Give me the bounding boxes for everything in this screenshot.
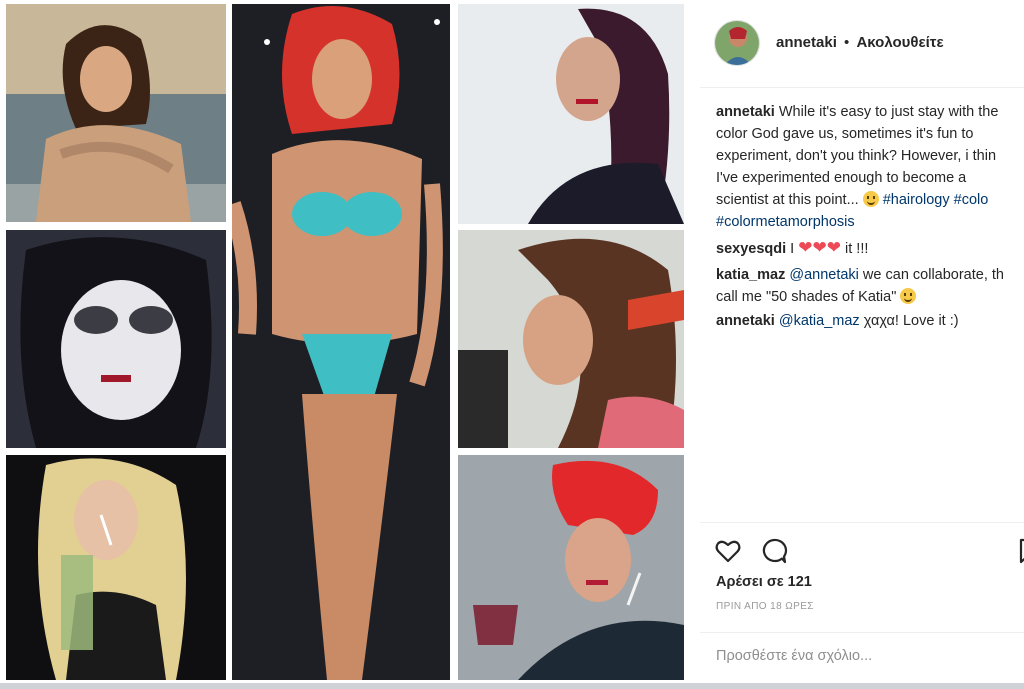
collage-photo-sunglasses xyxy=(6,230,226,448)
save-button[interactable] xyxy=(1016,537,1024,565)
comment-button[interactable] xyxy=(760,537,788,565)
smiley-emoji-icon xyxy=(862,191,879,207)
grinning-emoji-icon xyxy=(900,288,917,304)
caption-line-3: experiment, don't you think? However, i … xyxy=(716,148,997,164)
comments-list: annetaki While it's easy to just stay wi… xyxy=(716,101,1024,332)
caption-username[interactable]: annetaki xyxy=(716,104,775,120)
collage-photo-red-updo-wine xyxy=(458,455,684,680)
comment-item: annetaki @katia_maz χαχα! Love it :) xyxy=(716,310,1024,332)
comment-username[interactable]: katia_maz xyxy=(716,267,785,283)
post-timestamp[interactable]: ΠΡΙΝ ΑΠΟ 18 ΩΡΕΣ xyxy=(716,601,814,612)
post-actions: Αρέσει σε 121 ΠΡΙΝ ΑΠΟ 18 ΩΡΕΣ xyxy=(700,522,1024,632)
collage-photo-profile-red-streaks xyxy=(458,230,684,448)
comment-item-continued: call me "50 shades of Katia" xyxy=(716,286,1024,308)
post-side-panel: annetaki • Ακολουθείτε annetaki While it… xyxy=(700,0,1024,689)
collage-photo-blonde-drink xyxy=(6,455,226,680)
avatar[interactable] xyxy=(714,20,760,66)
bookmark-icon xyxy=(1019,538,1024,564)
comment-username[interactable]: annetaki xyxy=(716,313,775,329)
add-comment-area xyxy=(700,632,1024,682)
following-button[interactable]: Ακολουθείτε xyxy=(856,34,943,51)
collage-photo-center-pose xyxy=(232,4,450,680)
hashtag-link[interactable]: #colo xyxy=(954,192,989,208)
heart-outline-icon xyxy=(715,540,741,563)
likes-count[interactable]: Αρέσει σε 121 xyxy=(716,574,812,590)
comment-username[interactable]: sexyesqdi xyxy=(716,241,786,257)
mention-link[interactable]: @annetaki xyxy=(789,267,859,283)
comment-item: sexyesqdi I ❤❤❤ it !!! xyxy=(716,237,1024,260)
red-heart-emoji-icon: ❤ xyxy=(826,238,841,257)
caption-line-1: annetaki While it's easy to just stay wi… xyxy=(716,101,1024,123)
comment-text: we can collaborate, th xyxy=(858,267,1004,283)
comment-input[interactable] xyxy=(716,643,1006,669)
mention-link[interactable]: @katia_maz xyxy=(779,313,860,329)
caption-line-5: scientist at this point... #hairology #c… xyxy=(716,189,1024,211)
window-bottom-edge xyxy=(0,683,1024,689)
comment-item: katia_maz @annetaki we can collaborate, … xyxy=(716,264,1024,286)
header-username[interactable]: annetaki xyxy=(776,34,837,51)
comment-text: it !!! xyxy=(845,241,869,257)
caption-line-6: #colormetamorphosis xyxy=(716,211,1024,233)
comment-text: I xyxy=(790,241,795,257)
hashtag-link[interactable]: #hairology xyxy=(883,192,950,208)
post-header: annetaki • Ακολουθείτε xyxy=(700,0,1024,88)
hashtag-link[interactable]: #colormetamorphosis xyxy=(716,214,855,230)
caption-line-4: I've experimented enough to become a xyxy=(716,170,967,186)
speech-bubble-icon xyxy=(762,538,788,564)
collage-photo-seaside xyxy=(6,4,226,222)
comment-text: χαχα! Love it :) xyxy=(859,313,959,329)
red-heart-emoji-icon: ❤ xyxy=(812,238,827,257)
caption-text-line: scientist at this point... xyxy=(716,192,859,208)
caption-line-2: color God gave us, sometimes it's fun to xyxy=(716,126,974,142)
collage-photo-portrait-dark-hair xyxy=(458,4,684,224)
post-photo-collage[interactable] xyxy=(0,0,690,689)
like-button[interactable] xyxy=(714,537,742,565)
comment-text: call me "50 shades of Katia" xyxy=(716,289,897,305)
caption-text-line: While it's easy to just stay with the xyxy=(778,104,999,120)
header-separator: • xyxy=(844,34,850,51)
red-heart-emoji-icon: ❤ xyxy=(798,238,813,257)
